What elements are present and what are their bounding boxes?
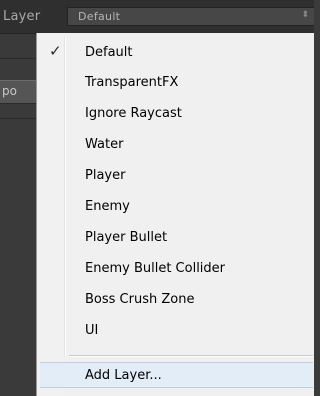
menu-item-player-bullet[interactable]: Player Bullet: [37, 225, 313, 251]
menu-item-ui[interactable]: UI: [37, 318, 313, 344]
menu-item-boss-crush-zone[interactable]: Boss Crush Zone: [37, 287, 313, 313]
layer-label: Layer: [3, 9, 41, 24]
menu-item-ignore-raycast[interactable]: Ignore Raycast: [37, 101, 313, 127]
menu-item-water[interactable]: Water: [37, 132, 313, 158]
menu-item-label: UI: [85, 323, 99, 338]
menu-item-enemy[interactable]: Enemy: [37, 194, 313, 220]
menu-item-enemy-bullet-collider[interactable]: Enemy Bullet Collider: [37, 256, 313, 282]
menu-item-label: Enemy: [85, 199, 130, 214]
dropdown-arrow-icon: ⬍: [301, 10, 309, 20]
divider: [0, 118, 36, 119]
layer-dropdown[interactable]: Default ⬍: [67, 7, 314, 26]
layer-row: Layer Default ⬍: [0, 0, 314, 34]
menu-item-label: Ignore Raycast: [85, 106, 182, 121]
divider: [0, 58, 36, 59]
menu-item-default[interactable]: ✓ Default: [37, 40, 313, 66]
menu-item-label: TransparentFX: [85, 75, 179, 90]
component-tab[interactable]: po: [0, 80, 36, 104]
component-tab-label: po: [2, 84, 17, 98]
menu-item-label: Player Bullet: [85, 230, 168, 245]
add-layer-menu-item[interactable]: Add Layer...: [40, 362, 313, 388]
menu-item-label: Add Layer...: [85, 368, 162, 383]
menu-item-label: Player: [85, 168, 126, 183]
menu-item-transparentfx[interactable]: TransparentFX: [37, 70, 313, 96]
layer-menu: ✓ Default TransparentFX Ignore Raycast W…: [36, 33, 314, 396]
menu-item-player[interactable]: Player: [37, 163, 313, 189]
menu-item-label: Enemy Bullet Collider: [85, 261, 226, 276]
menu-item-label: Boss Crush Zone: [85, 292, 195, 307]
check-icon: ✓: [49, 42, 62, 60]
menu-item-label: Water: [85, 137, 124, 152]
menu-item-label: Default: [85, 45, 133, 60]
menu-separator: [69, 356, 313, 357]
layer-dropdown-value: Default: [78, 10, 121, 23]
